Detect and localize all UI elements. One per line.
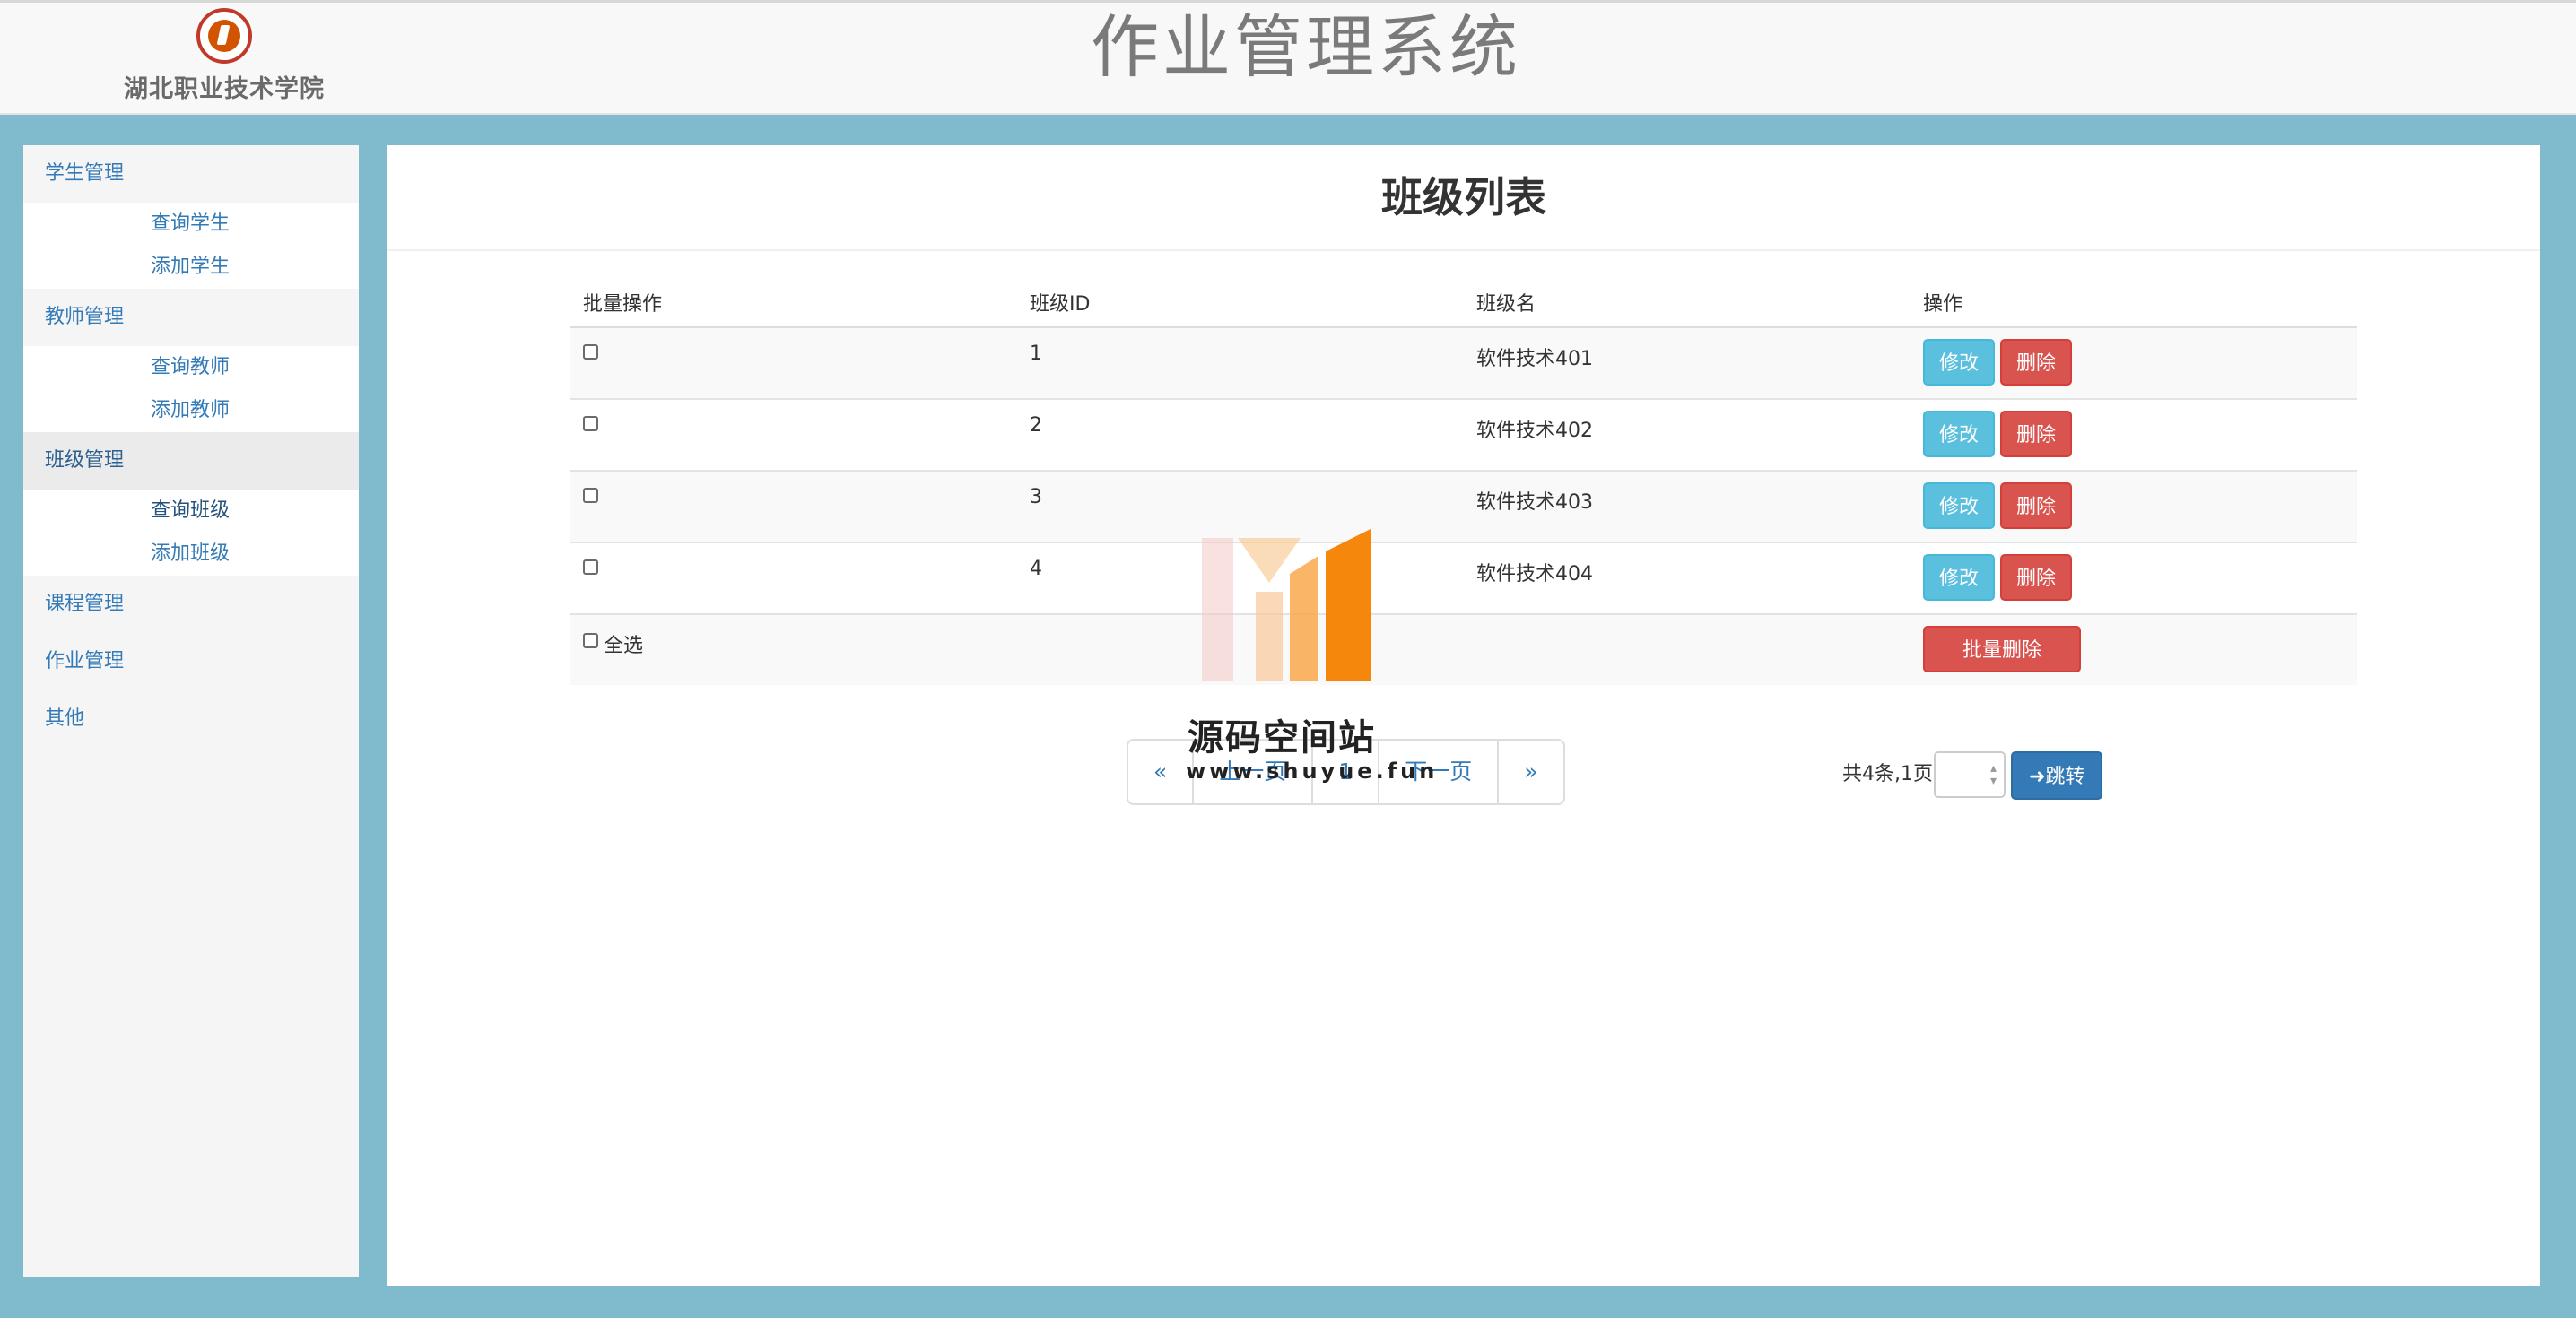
delete-button[interactable]: 删除 bbox=[2000, 339, 2073, 386]
top-header: 湖北职业技术学院 作业管理系统 bbox=[0, 0, 2576, 115]
select-all-checkbox[interactable] bbox=[583, 633, 598, 648]
class-id-cell: 2 bbox=[1030, 414, 1042, 437]
class-name-cell: 软件技术402 bbox=[1476, 420, 1593, 442]
sidebar-submenu-students: 查询学生 添加学生 bbox=[23, 203, 359, 289]
sidebar-group-teachers[interactable]: 教师管理 bbox=[23, 289, 359, 346]
sidebar-group-homework[interactable]: 作业管理 bbox=[23, 633, 359, 690]
select-all-label: 全选 bbox=[604, 635, 644, 657]
delete-button[interactable]: 删除 bbox=[2000, 411, 2073, 457]
page-title: 班级列表 bbox=[387, 145, 2540, 251]
class-name-cell: 软件技术403 bbox=[1476, 491, 1593, 514]
class-id-cell: 1 bbox=[1030, 343, 1042, 365]
batch-delete-button[interactable]: 批量删除 bbox=[1923, 626, 2082, 672]
sidebar-group-classes[interactable]: 班级管理 bbox=[23, 432, 359, 490]
jump-button[interactable]: ➜跳转 bbox=[2011, 751, 2103, 800]
row-checkbox[interactable] bbox=[583, 559, 598, 575]
class-id-cell: 3 bbox=[1030, 486, 1042, 508]
sidebar-submenu-teachers: 查询教师 添加教师 bbox=[23, 346, 359, 432]
column-header-actions: 操作 bbox=[1910, 278, 2357, 328]
row-checkbox[interactable] bbox=[583, 344, 598, 360]
edit-button[interactable]: 修改 bbox=[1923, 411, 1996, 457]
table-row: 1 软件技术401 修改 删除 bbox=[570, 326, 2357, 399]
column-header-class-id: 班级ID bbox=[1017, 278, 1464, 328]
class-table-wrap: 批量操作 班级ID 班级名 操作 1 软件技术401 修改 删除 2 软件技术4… bbox=[570, 278, 2357, 685]
edit-button[interactable]: 修改 bbox=[1923, 554, 1996, 601]
system-title: 作业管理系统 bbox=[1091, 7, 1521, 87]
row-checkbox[interactable] bbox=[583, 488, 598, 503]
class-name-cell: 软件技术401 bbox=[1476, 348, 1593, 370]
main-panel: 班级列表 批量操作 班级ID 班级名 操作 1 软件技术401 修改 删除 2 … bbox=[387, 145, 2540, 1286]
sidebar-item-query-students[interactable]: 查询学生 bbox=[23, 203, 359, 246]
pager-total-info: 共4条,1页 bbox=[1842, 763, 1933, 785]
sidebar-group-students[interactable]: 学生管理 bbox=[23, 145, 359, 203]
select-all-control[interactable]: 全选 bbox=[583, 629, 643, 658]
jump-page-input[interactable]: ▴ ▾ bbox=[1934, 751, 2006, 798]
column-header-class-name: 班级名 bbox=[1464, 278, 1910, 328]
watermark-title: 源码空间站 bbox=[1188, 717, 1376, 759]
sidebar-item-query-classes[interactable]: 查询班级 bbox=[23, 490, 359, 533]
table-row: 3 软件技术403 修改 删除 bbox=[570, 470, 2357, 542]
table-header-row: 批量操作 班级ID 班级名 操作 bbox=[570, 278, 2357, 328]
delete-button[interactable]: 删除 bbox=[2000, 554, 2073, 601]
sidebar-nav: 学生管理 查询学生 添加学生 教师管理 查询教师 添加教师 班级管理 查询班级 … bbox=[23, 145, 359, 1277]
class-id-cell: 4 bbox=[1030, 558, 1042, 580]
column-header-batch: 批量操作 bbox=[570, 278, 1017, 328]
row-checkbox[interactable] bbox=[583, 416, 598, 431]
sidebar-submenu-classes: 查询班级 添加班级 bbox=[23, 490, 359, 576]
sidebar-item-add-class[interactable]: 添加班级 bbox=[23, 533, 359, 576]
table-footer-row: 全选 批量删除 bbox=[570, 613, 2357, 685]
watermark-url: www.shuyue.fun bbox=[1186, 759, 1439, 784]
table-row: 2 软件技术402 修改 删除 bbox=[570, 398, 2357, 471]
sidebar-group-other[interactable]: 其他 bbox=[23, 690, 359, 748]
edit-button[interactable]: 修改 bbox=[1923, 482, 1996, 529]
edit-button[interactable]: 修改 bbox=[1923, 339, 1996, 386]
table-row: 4 软件技术404 修改 删除 bbox=[570, 542, 2357, 614]
spinner-arrows-icon[interactable]: ▴ ▾ bbox=[1990, 762, 1997, 787]
sidebar-item-query-teachers[interactable]: 查询教师 bbox=[23, 346, 359, 389]
class-name-cell: 软件技术404 bbox=[1476, 563, 1593, 585]
sidebar-item-add-teacher[interactable]: 添加教师 bbox=[23, 389, 359, 432]
delete-button[interactable]: 删除 bbox=[2000, 482, 2073, 529]
pager-last-button[interactable]: » bbox=[1499, 741, 1562, 803]
class-table: 批量操作 班级ID 班级名 操作 1 软件技术401 修改 删除 2 软件技术4… bbox=[570, 278, 2357, 685]
sidebar-item-add-student[interactable]: 添加学生 bbox=[23, 246, 359, 289]
sidebar-group-courses[interactable]: 课程管理 bbox=[23, 576, 359, 633]
pager-first-button[interactable]: « bbox=[1128, 741, 1195, 803]
